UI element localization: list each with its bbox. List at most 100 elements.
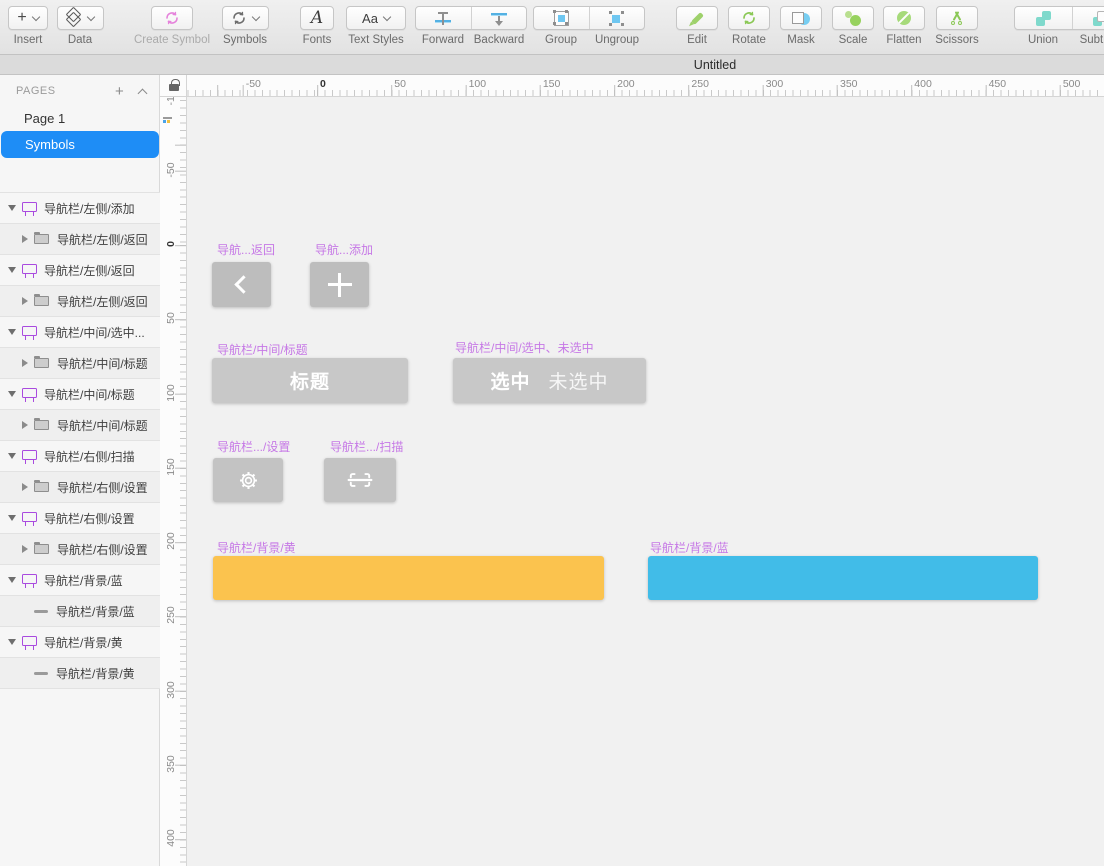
tool-edit: Edit — [676, 0, 718, 46]
flatten-icon — [897, 11, 911, 25]
forward-button[interactable] — [416, 7, 471, 29]
symbol-add-button[interactable] — [310, 262, 369, 307]
layer-row[interactable]: 导航栏/背景/蓝 — [0, 565, 160, 596]
insert-button[interactable]: + — [8, 6, 48, 30]
scissors-button[interactable] — [936, 6, 978, 30]
symbol-label-bg-yellow[interactable]: 导航栏/背景/黄 — [217, 539, 296, 556]
layer-row[interactable]: 导航栏/中间/选中... — [0, 317, 160, 348]
layer-row[interactable]: 导航栏/背景/黄 — [0, 627, 160, 658]
tool-mask: Mask — [780, 0, 822, 46]
disclosure-icon[interactable] — [8, 391, 16, 397]
mask-button[interactable] — [780, 6, 822, 30]
lock-icon[interactable] — [169, 79, 180, 91]
symbol-back-button[interactable] — [212, 262, 271, 307]
flatten-button[interactable] — [883, 6, 925, 30]
layer-label: 导航栏/右侧/设置 — [57, 542, 148, 557]
disclosure-icon[interactable] — [22, 483, 28, 491]
symbol-label-add[interactable]: 导航...添加 — [315, 241, 373, 258]
layer-row[interactable]: 导航栏/中间/标题 — [0, 379, 160, 410]
rotate-button[interactable] — [728, 6, 770, 30]
layer-label: 导航栏/左侧/添加 — [44, 201, 135, 216]
symbol-scan-button[interactable] — [324, 458, 396, 502]
layer-row[interactable]: 导航栏/中间/标题 — [0, 348, 160, 379]
disclosure-icon[interactable] — [8, 639, 16, 645]
hruler-tick-label: 50 — [394, 78, 406, 90]
toolbar: + Insert Data Create Symbol Symbols A Fo… — [0, 0, 1104, 55]
disclosure-icon[interactable] — [8, 329, 16, 335]
layer-row[interactable]: 导航栏/右侧/设置 — [0, 472, 160, 503]
union-button[interactable] — [1015, 7, 1072, 29]
vruler-tick-label: 200 — [165, 532, 177, 550]
vertical-ruler[interactable]: -100 -50 0 50 100 150 200 250 300 350 400 — [160, 97, 187, 866]
symbol-title-rect[interactable]: 标题 — [212, 358, 408, 403]
disclosure-icon[interactable] — [22, 297, 28, 305]
vruler-tick-label: 100 — [165, 383, 177, 402]
rotate-icon — [743, 11, 755, 25]
layer-row[interactable]: 导航栏/左侧/返回 — [0, 286, 160, 317]
mask-icon — [792, 11, 810, 26]
ungroup-button[interactable] — [588, 7, 645, 29]
create-symbol-button[interactable] — [151, 6, 193, 30]
symbol-label-bg-blue[interactable]: 导航栏/背景/蓝 — [650, 539, 729, 556]
collapse-pages-icon[interactable] — [137, 88, 148, 99]
symbol-label-scan[interactable]: 导航栏.../扫描 — [330, 438, 403, 455]
disclosure-icon[interactable] — [8, 453, 16, 459]
vruler-tick-label: 50 — [165, 312, 177, 325]
disclosure-icon[interactable] — [8, 577, 16, 583]
backward-button[interactable] — [470, 7, 527, 29]
layer-row[interactable]: 导航栏/右侧/设置 — [0, 503, 160, 534]
disclosure-icon[interactable] — [8, 515, 16, 521]
layer-row[interactable]: 导航栏/右侧/设置 — [0, 534, 160, 565]
symbol-bg-blue-bar[interactable] — [648, 556, 1038, 600]
layer-icon — [34, 232, 49, 244]
symbol-settings-button[interactable] — [213, 458, 283, 502]
fonts-button[interactable]: A — [300, 6, 334, 30]
edit-button[interactable] — [676, 6, 718, 30]
send-backward-icon — [490, 11, 508, 26]
symbol-refresh-icon — [233, 11, 245, 25]
sidebar-page-page1[interactable]: Page 1 — [0, 106, 160, 132]
canvas[interactable]: 导航...返回 导航...添加 导航栏/中间/标题 标题 导航栏/中间/选中、未… — [187, 97, 1104, 866]
data-button[interactable] — [56, 6, 104, 30]
layer-icon — [22, 511, 37, 526]
disclosure-icon[interactable] — [22, 235, 28, 243]
tool-symbols: Symbols — [214, 0, 276, 46]
disclosure-icon[interactable] — [22, 545, 28, 553]
tool-group-ungroup: Group Ungroup — [533, 0, 645, 46]
disclosure-icon[interactable] — [22, 359, 28, 367]
layer-row[interactable]: 导航栏/中间/标题 — [0, 410, 160, 441]
layer-row[interactable]: 导航栏/左侧/添加 — [0, 193, 160, 224]
text-styles-button[interactable]: Aa — [346, 6, 406, 30]
layer-row[interactable]: 导航栏/左侧/返回 — [0, 224, 160, 255]
layer-row[interactable]: 导航栏/背景/黄 — [0, 658, 160, 689]
layer-icon — [34, 294, 49, 306]
horizontal-ruler[interactable]: -50 0 50 100 150 200 250 300 350 400 450 500 — [187, 75, 1104, 97]
layer-row[interactable]: 导航栏/右侧/扫描 — [0, 441, 160, 472]
group-button[interactable] — [534, 7, 589, 29]
symbol-label-back[interactable]: 导航...返回 — [217, 241, 275, 258]
layer-label: 导航栏/中间/选中... — [44, 325, 145, 340]
disclosure-icon[interactable] — [22, 421, 28, 429]
symbols-button[interactable] — [221, 6, 269, 30]
layer-row[interactable]: 导航栏/背景/蓝 — [0, 596, 160, 627]
hruler-tick-label: -50 — [245, 78, 261, 90]
vruler-tick-label: 300 — [165, 680, 177, 699]
layer-icon — [22, 449, 37, 464]
layer-icon — [34, 609, 48, 613]
disclosure-icon[interactable] — [8, 205, 16, 211]
symbol-label-title[interactable]: 导航栏/中间/标题 — [217, 341, 308, 358]
scale-label: Scale — [838, 34, 868, 46]
back-chevron-icon — [234, 275, 253, 294]
layer-row[interactable]: 导航栏/左侧/返回 — [0, 255, 160, 286]
sidebar-page-symbols[interactable]: Symbols — [1, 131, 159, 158]
layer-icon — [22, 387, 37, 402]
subtract-button[interactable] — [1071, 7, 1104, 29]
disclosure-icon[interactable] — [8, 267, 16, 273]
symbol-label-tabs[interactable]: 导航栏/中间/选中、未选中 — [455, 339, 594, 356]
symbol-label-settings[interactable]: 导航栏.../设置 — [217, 438, 290, 455]
union-label: Union — [1027, 34, 1059, 46]
symbol-tabs-rect[interactable]: 选中 未选中 — [453, 358, 646, 403]
add-page-icon[interactable]: + — [115, 83, 124, 100]
symbol-bg-yellow-bar[interactable] — [213, 556, 604, 600]
scale-button[interactable] — [832, 6, 874, 30]
